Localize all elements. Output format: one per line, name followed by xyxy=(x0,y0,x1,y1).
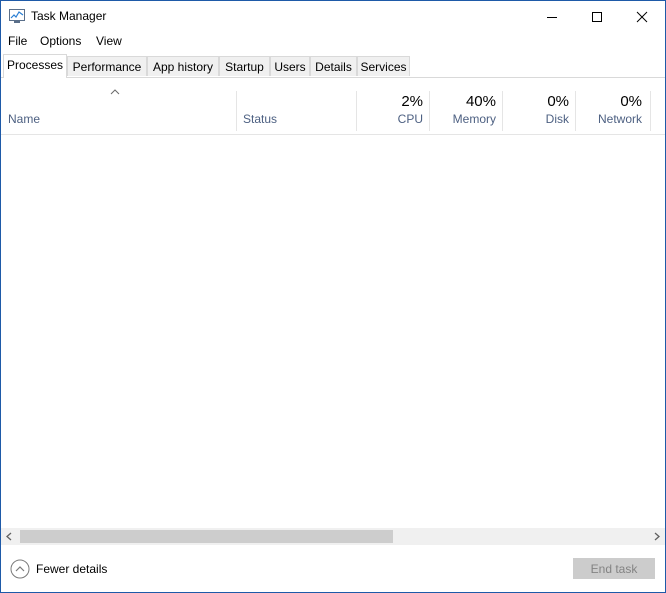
menu-options[interactable]: Options xyxy=(40,34,81,48)
minimize-button[interactable] xyxy=(529,1,575,32)
column-disk[interactable]: 0% Disk xyxy=(503,91,575,131)
end-task-button[interactable]: End task xyxy=(573,558,655,579)
column-status-label: Status xyxy=(243,112,278,126)
title-bar[interactable]: Task Manager xyxy=(1,1,665,32)
tab-startup[interactable]: Startup xyxy=(219,56,270,76)
menu-file[interactable]: File xyxy=(8,34,27,48)
close-button[interactable] xyxy=(619,1,665,32)
fewer-details-link[interactable]: Fewer details xyxy=(36,562,107,576)
cpu-usage-value: 2% xyxy=(401,93,423,110)
tab-services[interactable]: Services xyxy=(357,56,410,76)
memory-usage-value: 40% xyxy=(465,93,496,110)
column-name[interactable]: Name xyxy=(1,91,236,131)
column-memory[interactable]: 40% Memory xyxy=(430,91,502,131)
close-icon xyxy=(636,11,648,22)
column-network-label: Network xyxy=(597,112,642,126)
tab-strip: Processes Performance App history Startu… xyxy=(1,54,665,78)
task-manager-window: Task Manager File Options View Processes… xyxy=(0,0,666,593)
tab-users[interactable]: Users xyxy=(270,56,310,76)
scroll-right-arrow-icon[interactable] xyxy=(654,532,660,541)
column-disk-label: Disk xyxy=(545,112,569,126)
maximize-icon xyxy=(592,11,602,22)
column-name-label: Name xyxy=(8,112,41,126)
task-manager-app-icon xyxy=(9,9,25,23)
disk-usage-value: 0% xyxy=(547,93,569,110)
maximize-button[interactable] xyxy=(574,1,620,32)
scroll-left-arrow-icon[interactable] xyxy=(6,532,12,541)
footer-bar: Fewer details End task xyxy=(1,546,665,592)
column-cpu[interactable]: 2% CPU xyxy=(357,91,429,131)
column-status[interactable]: Status xyxy=(237,91,356,131)
horizontal-scrollbar[interactable] xyxy=(1,528,665,545)
column-memory-label: Memory xyxy=(452,112,496,126)
column-cpu-label: CPU xyxy=(397,112,423,126)
network-usage-value: 0% xyxy=(620,93,642,110)
tab-app-history[interactable]: App history xyxy=(147,56,219,76)
menu-view[interactable]: View xyxy=(96,34,122,48)
tab-details[interactable]: Details xyxy=(310,56,357,76)
tab-processes[interactable]: Processes xyxy=(3,54,67,78)
process-column-headers: Name Status 2% CPU 40% Memory 0% Disk 0%… xyxy=(1,79,665,135)
column-divider[interactable] xyxy=(650,91,651,131)
menu-bar: File Options View xyxy=(1,32,665,51)
tab-performance[interactable]: Performance xyxy=(67,56,147,76)
minimize-icon xyxy=(547,16,557,18)
chevron-up-circle-icon[interactable] xyxy=(10,559,30,579)
window-title: Task Manager xyxy=(31,9,107,23)
scrollbar-thumb[interactable] xyxy=(20,530,393,543)
column-network[interactable]: 0% Network xyxy=(576,91,650,131)
